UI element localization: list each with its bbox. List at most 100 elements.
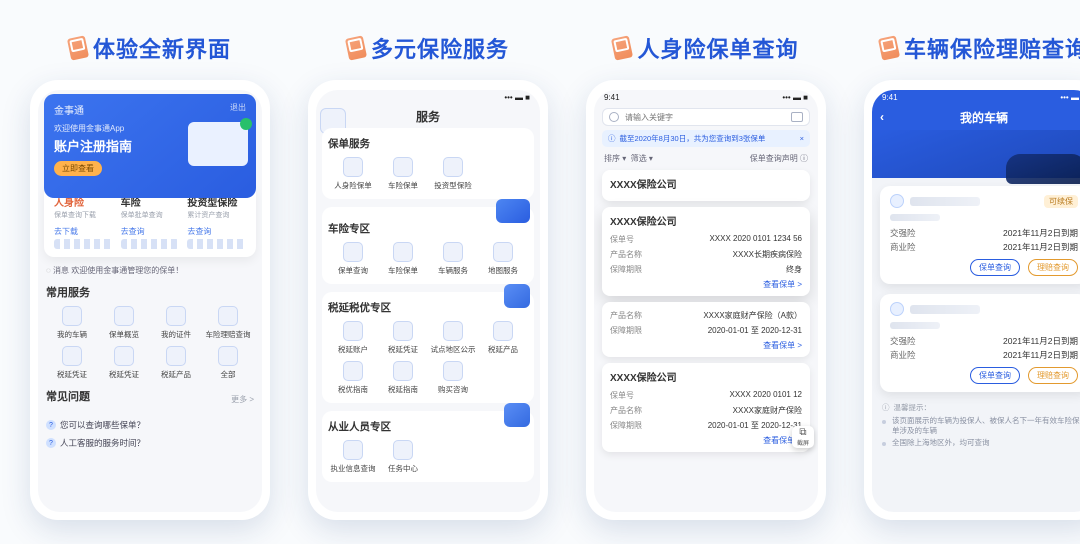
model-blur xyxy=(890,214,940,221)
grid-item[interactable]: 税延产品 xyxy=(478,321,528,355)
scan-icon[interactable] xyxy=(791,112,803,122)
tab-auto-link[interactable]: 去查询 xyxy=(121,226,180,237)
policy-card[interactable]: XXXX保险公司 保单号XXXX 2020 0101 12 产品名称XXXX家庭… xyxy=(602,363,810,452)
grid-item[interactable]: 任务中心 xyxy=(378,440,428,474)
grid-label: 执业信息查询 xyxy=(331,463,376,474)
service-item[interactable]: 车险理赔查询 xyxy=(202,306,254,340)
service-icon xyxy=(62,346,82,366)
clock: 9:41 xyxy=(882,93,898,102)
sort-btn[interactable]: 排序 ▾ xyxy=(604,154,626,163)
renewable-badge: 可续保 xyxy=(1044,195,1078,208)
view-policy-link[interactable]: 查看保单 > xyxy=(610,340,802,351)
plate-icon xyxy=(890,194,904,208)
grid-item[interactable]: 税延指南 xyxy=(378,361,428,395)
tips-title: 温馨提示： xyxy=(894,402,932,413)
tab-life-link[interactable]: 去下载 xyxy=(54,226,113,237)
declaration-link[interactable]: 保单查询声明 ⓘ xyxy=(750,153,808,164)
grid-icon xyxy=(343,157,363,177)
faq-item[interactable]: ?您可以查询哪些保单？ xyxy=(46,416,254,434)
grid-item[interactable]: 试点地区公示 xyxy=(428,321,478,355)
service-item[interactable]: 我的车辆 xyxy=(46,306,98,340)
policy-query-button[interactable]: 保单查询 xyxy=(970,259,1020,276)
grid-icon xyxy=(393,242,413,262)
search-icon xyxy=(609,112,619,122)
view-policy-link[interactable]: 查看保单 > xyxy=(610,279,802,290)
caption-3-text: 人身险保单查询 xyxy=(637,32,798,64)
panel-policy: 保单服务 人身险保单车险保单投资型保险 xyxy=(322,128,534,199)
search-bar[interactable] xyxy=(602,108,810,126)
plate-icon xyxy=(890,302,904,316)
vehicle-card[interactable]: 可续保 交强险2021年11月2日到期 商业险2021年11月2日到期 保单查询… xyxy=(880,186,1080,284)
search-input[interactable] xyxy=(625,113,785,122)
claim-query-button[interactable]: 理赔查询 xyxy=(1028,367,1078,384)
grid-item[interactable]: 购买咨询 xyxy=(428,361,478,395)
policy-query-button[interactable]: 保单查询 xyxy=(970,367,1020,384)
grid-label: 地图服务 xyxy=(488,265,518,276)
policy-card[interactable]: XXXX保险公司 xyxy=(602,170,810,201)
service-item[interactable]: 我的证件 xyxy=(150,306,202,340)
service-item[interactable]: 税延产品 xyxy=(150,346,202,380)
val-product: XXXX长期疾病保险 xyxy=(733,249,802,260)
grid-item[interactable]: 保单查询 xyxy=(328,242,378,276)
service-item[interactable]: 保单概览 xyxy=(98,306,150,340)
tips-block: ⓘ温馨提示： 该页面展示的车辆为投保人、被保人名下一年有效车险保单涉及的车辆全国… xyxy=(882,402,1080,447)
grid-icon xyxy=(443,157,463,177)
service-label: 税延凭证 xyxy=(109,369,139,380)
faq-item[interactable]: ?人工客服的服务时间？ xyxy=(46,434,254,452)
back-button[interactable]: ‹ xyxy=(880,110,884,124)
phone-4: 9:41 ••• ▬ ■ ‹ 我的车辆 可续保 交强险2021年11月2日到期 xyxy=(864,80,1080,520)
grid-label: 任务中心 xyxy=(388,463,418,474)
thumb-icon xyxy=(878,35,900,60)
service-icon xyxy=(114,306,134,326)
tab-invest[interactable]: 投资型保险 累计资产查询 去查询 xyxy=(183,192,250,251)
doc-icon xyxy=(504,284,530,308)
info-close[interactable]: × xyxy=(800,134,804,143)
val-policy: XXXX 2020 0101 1234 56 xyxy=(709,234,802,245)
grid-item[interactable]: 人身险保单 xyxy=(328,157,378,191)
grid-item[interactable]: 车辆服务 xyxy=(428,242,478,276)
tab-illus xyxy=(121,239,180,249)
panel-tax: 税延税优专区 税延账户税延凭证试点地区公示税延产品税优指南税延指南购买咨询 xyxy=(322,292,534,403)
filter-btn[interactable]: 筛选 ▾ xyxy=(631,154,653,163)
question-icon: ? xyxy=(46,420,56,430)
service-label: 全部 xyxy=(221,369,236,380)
grid-label: 税延产品 xyxy=(488,344,518,355)
policy-card[interactable]: 产品名称XXXX家庭财产保险（A款） 保障期限2020-01-01 至 2020… xyxy=(602,302,810,357)
label-product: 产品名称 xyxy=(610,249,642,260)
row-value: 2021年11月2日到期 xyxy=(1003,241,1078,253)
grid-item[interactable]: 税延凭证 xyxy=(378,321,428,355)
service-label: 保单概览 xyxy=(109,329,139,340)
policy-card-expanded[interactable]: XXXX保险公司 保单号XXXX 2020 0101 1234 56 产品名称X… xyxy=(602,207,810,296)
grid-item[interactable]: 执业信息查询 xyxy=(328,440,378,474)
service-item[interactable]: 全部 xyxy=(202,346,254,380)
tab-auto-desc: 保单批单查询 xyxy=(121,210,180,220)
grid-item[interactable]: 投资型保险 xyxy=(428,157,478,191)
vehicle-card[interactable]: 交强险2021年11月2日到期 商业险2021年11月2日到期 保单查询 理赔查… xyxy=(880,294,1080,392)
grid-item[interactable]: 税优指南 xyxy=(328,361,378,395)
grid-icon xyxy=(393,321,413,341)
tab-auto[interactable]: 车险 保单批单查询 去查询 xyxy=(117,192,184,251)
tab-invest-link[interactable]: 去查询 xyxy=(187,226,246,237)
screenshot-toast[interactable]: ⧉ 截屏 xyxy=(792,426,814,448)
logout-link[interactable]: 退出 xyxy=(230,102,246,117)
grid-item[interactable]: 车险保单 xyxy=(378,157,428,191)
grid-label: 税延凭证 xyxy=(388,344,418,355)
hero-cta-button[interactable]: 立即查看 xyxy=(54,161,102,176)
label-period: 保障期限 xyxy=(610,264,642,275)
grid-label: 人身险保单 xyxy=(334,180,372,191)
status-bar: ••• ▬ ■ xyxy=(316,90,540,104)
view-policy-link[interactable]: 查看保单 > xyxy=(610,435,802,446)
grid-item[interactable]: 税延账户 xyxy=(328,321,378,355)
panel-auto-title: 车险专区 xyxy=(328,221,528,236)
tab-life[interactable]: 人身险 保单查询下载 去下载 xyxy=(50,192,117,251)
claim-query-button[interactable]: 理赔查询 xyxy=(1028,259,1078,276)
val-policy: XXXX 2020 0101 12 xyxy=(729,390,802,401)
service-item[interactable]: 税延凭证 xyxy=(98,346,150,380)
service-item[interactable]: 税延凭证 xyxy=(46,346,98,380)
caption-3: 人身险保单查询 xyxy=(586,32,826,64)
grid-item[interactable]: 地图服务 xyxy=(478,242,528,276)
service-label: 我的证件 xyxy=(161,329,191,340)
faq-more-link[interactable]: 更多 > xyxy=(231,394,254,405)
val-product: XXXX家庭财产保险 xyxy=(733,405,802,416)
grid-item[interactable]: 车险保单 xyxy=(378,242,428,276)
